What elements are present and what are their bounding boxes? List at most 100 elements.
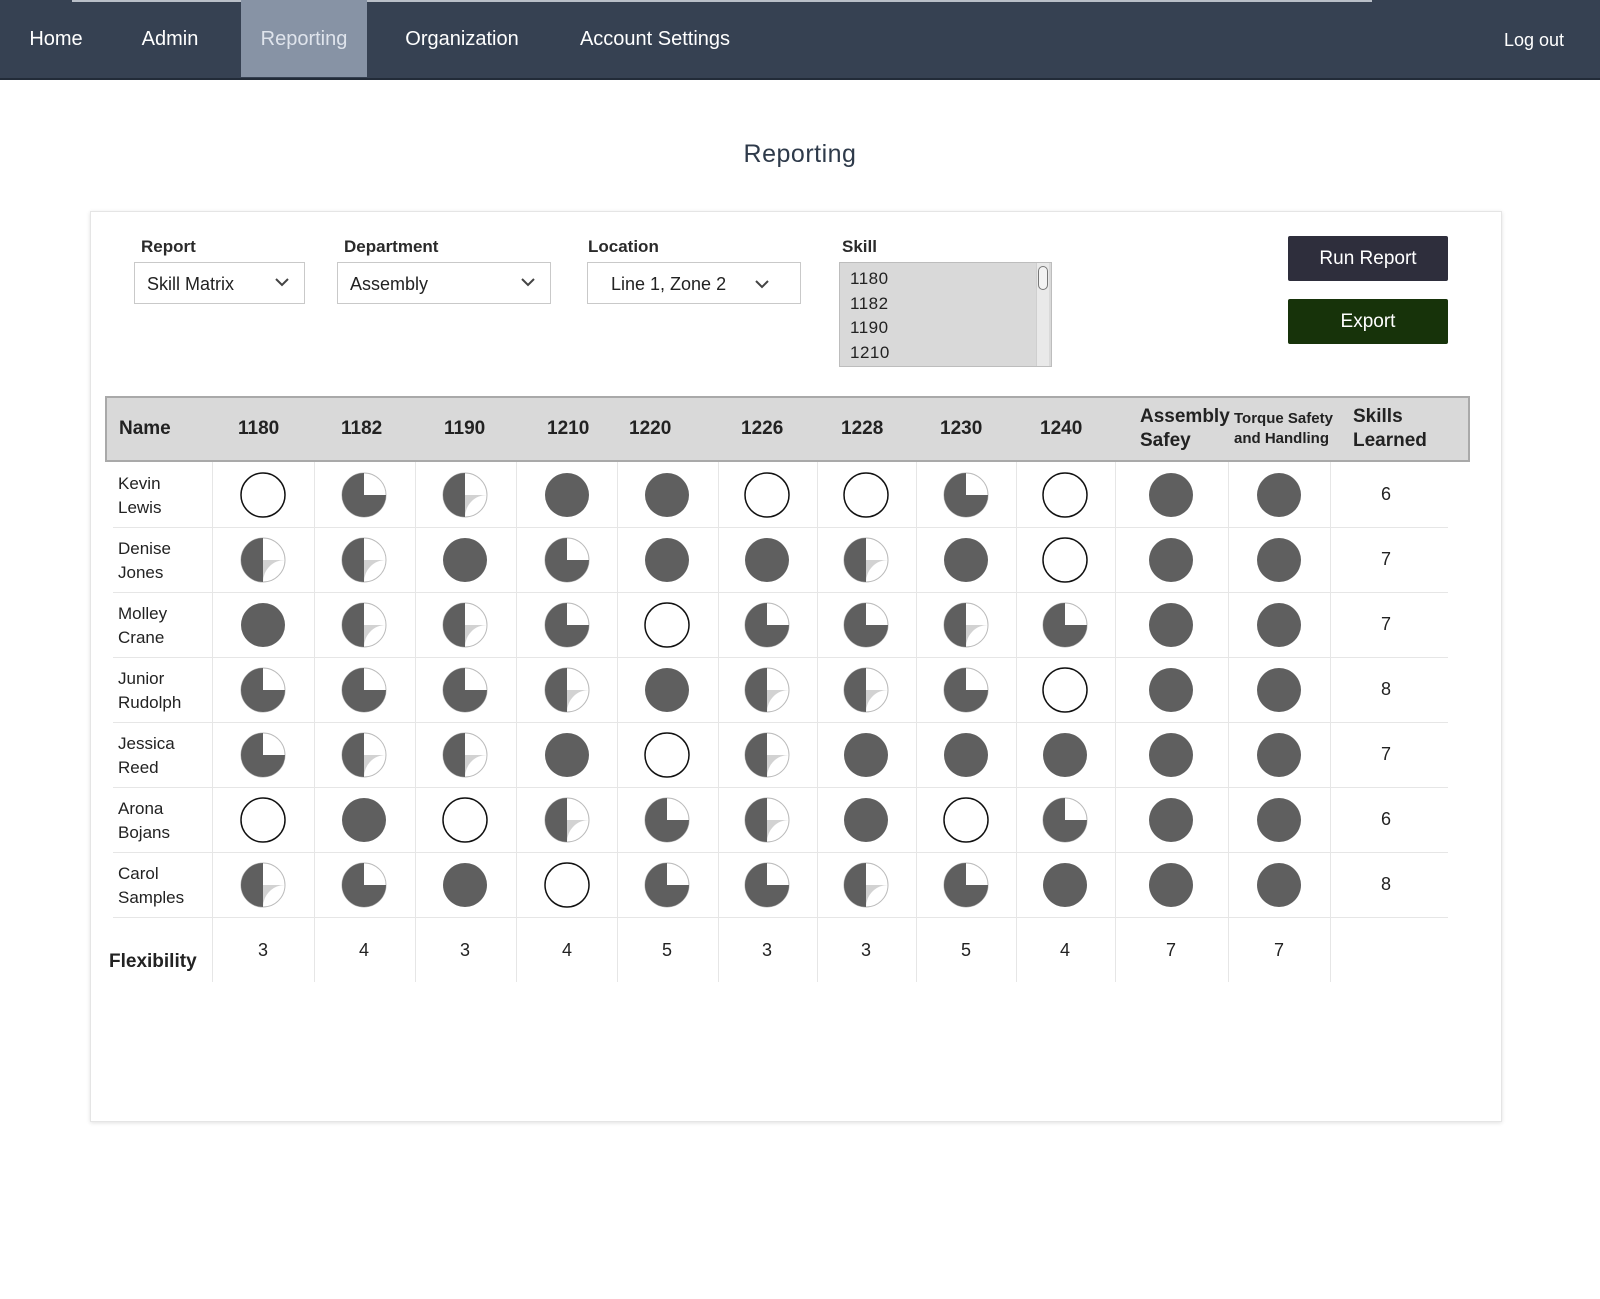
column-header-skill: 1220 [629,418,672,439]
skill-level-icon [340,666,388,719]
employee-name: Arona Bojans [118,799,170,842]
skills-learned-count: 6 [1380,484,1391,504]
skills-learned-count: 8 [1380,679,1391,699]
skill-level-icon [842,666,890,719]
nav-organization[interactable]: Organization [380,0,544,77]
listbox-scrollbar-thumb[interactable] [1038,266,1048,290]
logout-link[interactable]: Log out [1504,0,1564,78]
skill-level-icon [942,861,990,914]
report-select[interactable]: Skill Matrix [134,262,305,304]
top-navbar: Home Admin Reporting Organization Accoun… [0,0,1600,80]
skill-level-icon [842,601,890,654]
column-header-skill: Assembly Safey [1140,406,1230,451]
flexibility-count: 3 [860,940,871,960]
skill-option[interactable]: 1182 [850,294,889,314]
skill-option[interactable]: 1180 [850,269,889,289]
skill-level-icon [643,666,691,719]
department-label: Department [344,237,439,256]
chevron-down-icon [521,278,535,287]
skill-level-icon [1041,536,1089,589]
skill-level-icon [239,601,287,654]
skill-level-icon [1147,536,1195,589]
skill-level-icon [643,731,691,784]
flexibility-count: 7 [1165,940,1176,960]
skill-level-icon [743,471,791,524]
skill-level-icon [543,471,591,524]
skill-level-icon [643,471,691,524]
flexibility-label: Flexibility [109,951,197,972]
column-header-skill: 1228 [841,418,884,439]
row-divider [113,592,1448,593]
skill-level-icon [1147,796,1195,849]
flexibility-count: 4 [1059,940,1070,960]
report-panel: Report Skill Matrix Department Assembly … [90,211,1502,1122]
column-header-skill: 1240 [1040,418,1083,439]
skill-option[interactable]: 1210 [850,343,890,363]
department-select[interactable]: Assembly [337,262,551,304]
export-button[interactable]: Export [1288,299,1448,344]
column-header-skill: 1210 [547,418,590,439]
flexibility-count: 3 [761,940,772,960]
page-title: Reporting [743,140,857,168]
skill-level-icon [1255,731,1303,784]
skill-level-icon [942,471,990,524]
skill-level-icon [239,536,287,589]
skill-level-icon [340,861,388,914]
nav-admin[interactable]: Admin [112,0,228,77]
skill-level-icon [239,666,287,719]
nav-home[interactable]: Home [0,0,112,77]
skills-learned-count: 6 [1380,809,1391,829]
skill-level-icon [1255,601,1303,654]
skill-level-icon [441,666,489,719]
skill-level-icon [441,731,489,784]
location-select[interactable]: Line 1, Zone 2 [587,262,801,304]
skill-level-icon [743,666,791,719]
skill-level-icon [239,731,287,784]
column-header-skills-learned: Skills Learned [1353,406,1427,451]
flexibility-count: 4 [358,940,369,960]
skill-level-icon [942,601,990,654]
skill-listbox[interactable]: 1180 1182 1190 1210 [839,262,1052,367]
column-header-skill: 1230 [940,418,983,439]
chevron-down-icon [755,280,769,289]
flexibility-count: 5 [661,940,672,960]
skill-level-icon [743,536,791,589]
skill-level-icon [1255,666,1303,719]
skill-level-icon [842,731,890,784]
skill-level-icon [441,536,489,589]
skills-learned-count: 8 [1380,874,1391,894]
skill-level-icon [643,796,691,849]
skill-level-icon [543,731,591,784]
skill-level-icon [1041,731,1089,784]
skill-level-icon [340,731,388,784]
skill-level-icon [340,471,388,524]
column-header-name: Name [119,418,171,439]
skill-level-icon [1147,731,1195,784]
skill-level-icon [1041,601,1089,654]
flexibility-count: 4 [561,940,572,960]
matrix-header-row: Name 1180 1182 1190 1210 1220 1226 1228 1230 124… [105,396,1470,462]
skill-level-icon [1147,601,1195,654]
skill-level-icon [743,601,791,654]
nav-reporting[interactable]: Reporting [241,0,367,77]
skill-level-icon [942,796,990,849]
skill-level-icon [441,796,489,849]
skill-level-icon [1041,796,1089,849]
nav-account-settings[interactable]: Account Settings [562,0,748,77]
column-header-skill: 1190 [444,418,486,439]
skill-level-icon [441,601,489,654]
flexibility-count: 3 [257,940,268,960]
column-header-skill: 1182 [341,418,383,439]
skill-level-icon [543,601,591,654]
skill-option[interactable]: 1190 [850,318,889,338]
flexibility-count: 5 [960,940,971,960]
employee-name: Molley Crane [118,604,168,647]
skill-level-icon [340,796,388,849]
skill-label: Skill [842,237,877,256]
skill-level-icon [1255,861,1303,914]
skill-level-icon [643,536,691,589]
skill-level-icon [543,536,591,589]
run-report-button[interactable]: Run Report [1288,236,1448,281]
skill-level-icon [340,601,388,654]
location-label: Location [588,237,659,256]
